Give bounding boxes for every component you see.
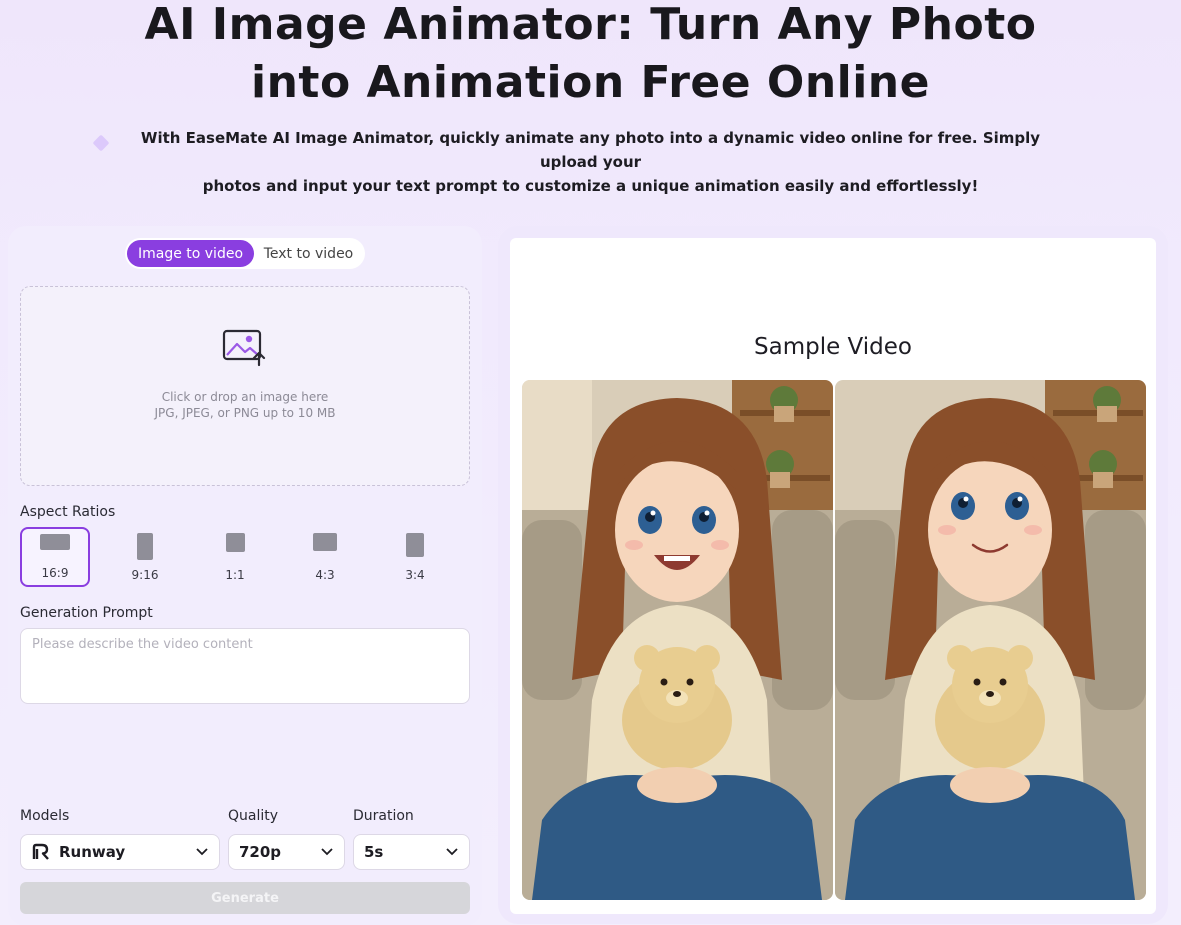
aspect-ratio-3-4[interactable]: 3:4	[380, 527, 450, 587]
quality-label: Quality	[228, 808, 279, 824]
duration-select[interactable]: 5s	[353, 834, 470, 870]
generator-panel: Image to video Text to video Click or dr…	[8, 226, 482, 925]
generate-button[interactable]: Generate	[20, 882, 470, 914]
aspect-ratio-options: 16:9 9:16 1:1 4:3 3:4	[20, 527, 470, 587]
upload-instructions: Click or drop an image here JPG, JPEG, o…	[21, 389, 469, 421]
ratio-16-9-shape-icon	[40, 534, 70, 550]
chevron-down-icon	[321, 848, 333, 856]
aspect-ratio-4-3[interactable]: 4:3	[290, 527, 360, 587]
quality-select[interactable]: 720p	[228, 834, 345, 870]
aspect-ratio-9-16[interactable]: 9:16	[110, 527, 180, 587]
upload-line1: Click or drop an image here	[161, 390, 329, 404]
aspect-ratio-label: 16:9	[41, 566, 69, 580]
chevron-down-icon	[196, 848, 208, 856]
quality-value: 720p	[239, 843, 282, 861]
sample-video-title: Sample Video	[754, 334, 912, 360]
aspect-ratio-label: 4:3	[315, 568, 335, 582]
models-select[interactable]: Runway	[20, 834, 220, 870]
aspect-ratio-label: 3:4	[405, 568, 425, 582]
generation-prompt-label: Generation Prompt	[20, 605, 153, 621]
page-subtitle: With EaseMate AI Image Animator, quickly…	[111, 126, 1071, 198]
duration-value: 5s	[364, 843, 384, 861]
ratio-4-3-shape-icon	[313, 533, 337, 551]
sample-video-card: Sample Video	[510, 238, 1156, 914]
anime-girl-animated-image	[835, 380, 1146, 900]
chevron-down-icon	[446, 848, 458, 856]
aspect-ratios-label: Aspect Ratios	[20, 504, 116, 520]
image-upload-icon	[222, 329, 266, 367]
mode-toggle: Image to video Text to video	[125, 238, 365, 269]
aspect-ratio-1-1[interactable]: 1:1	[200, 527, 270, 587]
tab-text-to-video[interactable]: Text to video	[254, 240, 363, 267]
page-subtitle-line2: photos and input your text prompt to cus…	[202, 177, 979, 195]
page-title-line1: AI Image Animator: Turn Any Photo	[144, 0, 1037, 50]
hero: AI Image Animator: Turn Any Photo into A…	[0, 0, 1181, 198]
tab-image-to-video[interactable]: Image to video	[127, 240, 254, 267]
duration-label: Duration	[353, 808, 414, 824]
generation-prompt-input[interactable]	[20, 628, 470, 704]
models-value: Runway	[59, 843, 126, 861]
page-title-line2: into Animation Free Online	[251, 57, 930, 108]
anime-girl-original-image	[522, 380, 833, 900]
ratio-9-16-shape-icon	[137, 533, 153, 560]
runway-logo-icon	[32, 843, 49, 860]
sample-panel: Sample Video	[498, 226, 1168, 924]
upload-line2: JPG, JPEG, or PNG up to 10 MB	[154, 406, 336, 420]
sample-frame-after[interactable]	[835, 380, 1146, 900]
sample-frame-before[interactable]	[522, 380, 833, 900]
aspect-ratio-16-9[interactable]: 16:9	[20, 527, 90, 587]
models-label: Models	[20, 808, 70, 824]
page-subtitle-line1: With EaseMate AI Image Animator, quickly…	[140, 129, 1041, 171]
aspect-ratio-label: 9:16	[131, 568, 159, 582]
ratio-1-1-shape-icon	[225, 533, 245, 552]
page-title: AI Image Animator: Turn Any Photo into A…	[0, 0, 1181, 112]
image-upload-dropzone[interactable]: Click or drop an image here JPG, JPEG, o…	[20, 286, 470, 486]
ratio-3-4-shape-icon	[406, 533, 424, 557]
aspect-ratio-label: 1:1	[225, 568, 245, 582]
